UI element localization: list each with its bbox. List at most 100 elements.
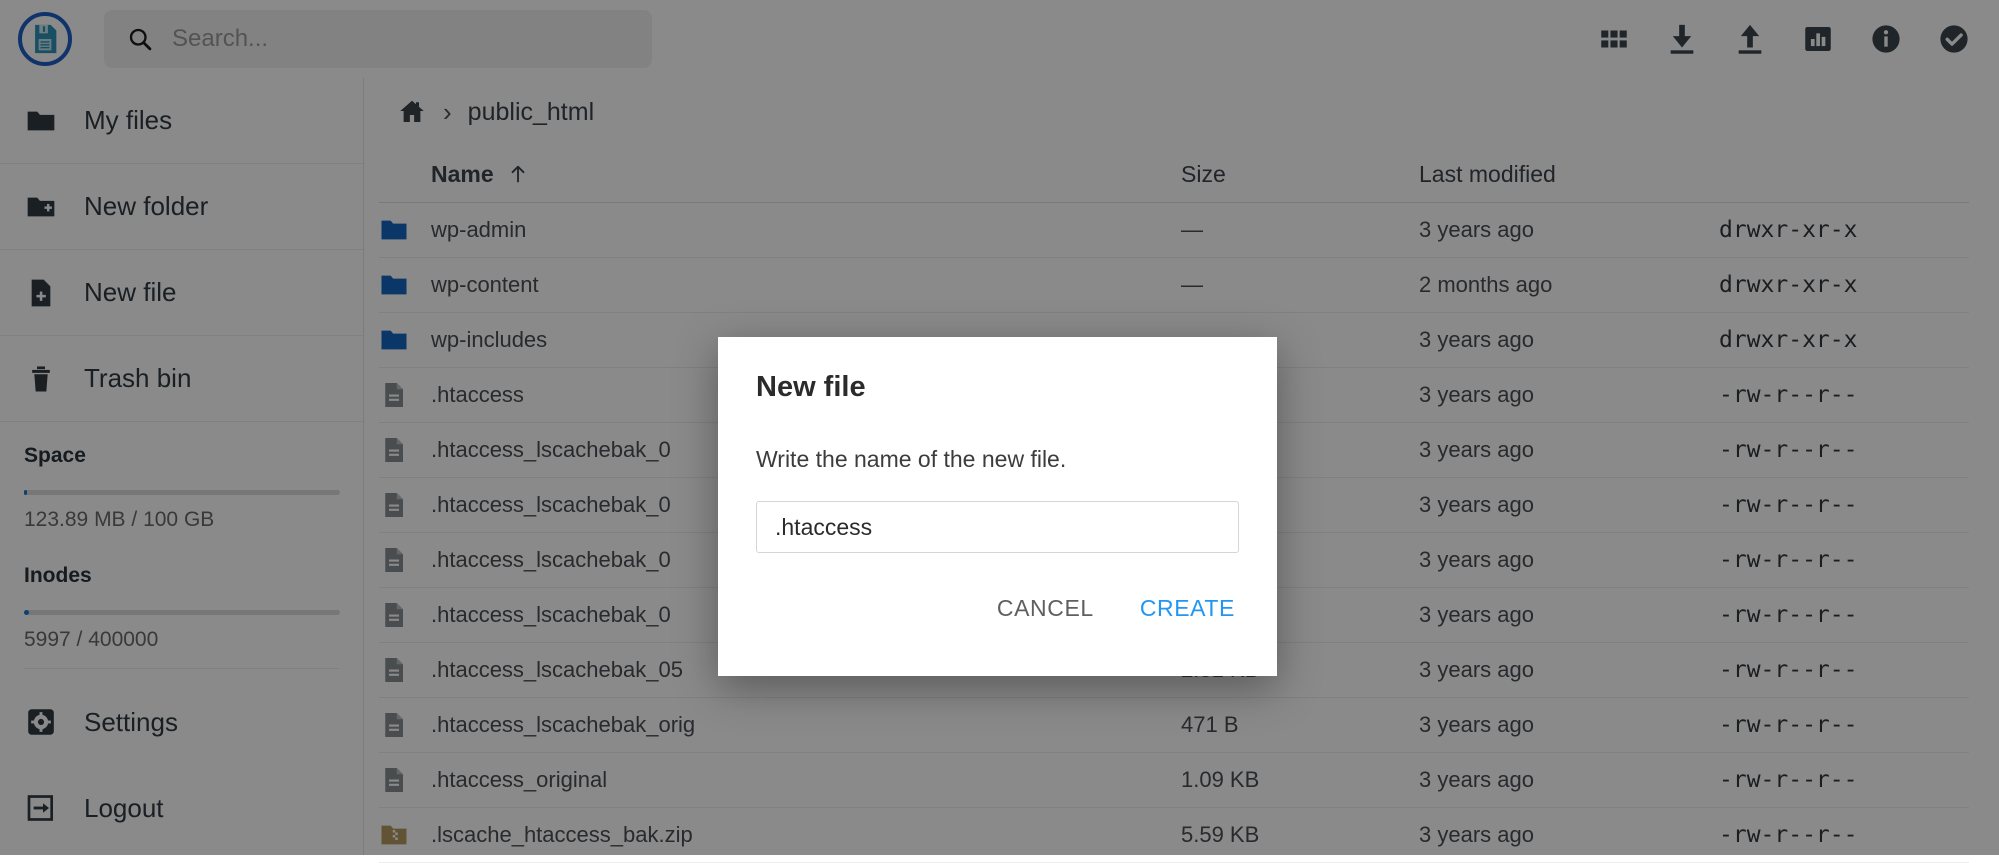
check-circle-icon[interactable] [1937,22,1971,56]
cell-name[interactable]: wp-admin [431,217,1181,243]
cell-name[interactable]: wp-content [431,272,1181,298]
space-title: Space [24,444,86,467]
logout-icon [24,791,58,825]
file-icon [385,438,403,462]
inodes-progress-fill [24,610,29,615]
cell-last-modified: 3 years ago [1419,437,1534,462]
sidebar-item-label: Settings [84,706,178,737]
stats-chart-icon[interactable] [1801,22,1835,56]
upload-icon[interactable] [1733,22,1767,56]
sidebar-item-label: New folder [84,191,209,221]
cell-last-modified: 3 years ago [1419,767,1534,792]
app-logo[interactable] [18,12,72,66]
cell-permissions: drwxr-xr-x [1719,327,1858,353]
breadcrumb-separator: › [443,96,452,127]
cell-last-modified: 3 years ago [1419,602,1534,627]
cell-last-modified: 3 years ago [1419,492,1534,517]
file-icon [385,548,403,572]
cell-last-modified: 3 years ago [1419,547,1534,572]
new-file-dialog: New file Write the name of the new file.… [718,337,1277,676]
file-icon [379,435,431,465]
table-header-row: Name Size Last modified [379,146,1969,203]
column-header-size[interactable]: Size [1181,161,1419,188]
cell-name[interactable]: .htaccess_original [431,767,1181,793]
file-icon [379,380,431,410]
download-icon[interactable] [1665,22,1699,56]
breadcrumb: › public_html [364,78,1999,146]
cell-name[interactable]: .htaccess_lscachebak_orig [431,712,1181,738]
dialog-description: Write the name of the new file. [756,446,1067,472]
create-button[interactable]: CREATE [1140,595,1235,622]
file-icon [379,765,431,795]
cancel-button[interactable]: CANCEL [997,595,1094,622]
cell-size: — [1181,272,1203,297]
cell-permissions: drwxr-xr-x [1719,217,1858,243]
new-file-name-input[interactable] [756,501,1239,553]
sidebar-item-label: New file [84,277,177,307]
space-usage-block: Space 123.89 MB / 100 GB [0,422,363,542]
space-usage-text: 123.89 MB / 100 GB [24,508,215,531]
column-header-name[interactable]: Name [431,161,1181,188]
file-icon [379,490,431,520]
folder-icon [379,215,431,245]
folder-icon [379,270,431,300]
file-icon [385,493,403,517]
sidebar: My files New folder New file Trash bin S… [0,78,364,855]
sidebar-item-trash-bin[interactable]: Trash bin [0,336,363,422]
cell-last-modified: 3 years ago [1419,217,1534,242]
column-header-name-label: Name [431,160,494,187]
cell-permissions: -rw-r--r-- [1719,547,1858,573]
cell-size: — [1181,217,1203,242]
sidebar-item-label: Trash bin [84,363,192,393]
file-icon [379,545,431,575]
search-input[interactable] [172,25,630,53]
zip-icon [381,825,407,845]
cell-permissions: -rw-r--r-- [1719,602,1858,628]
file-icon [379,600,431,630]
sidebar-item-new-folder[interactable]: New folder [0,164,363,250]
trash-icon [24,362,58,396]
inodes-progress-track [24,610,340,615]
sort-ascending-arrow-icon[interactable] [507,163,529,185]
inodes-usage-block: Inodes 5997 / 400000 [0,542,363,679]
cell-last-modified: 3 years ago [1419,382,1534,407]
apps-grid-icon[interactable] [1597,22,1631,56]
cell-size: 1.09 KB [1181,767,1260,792]
sidebar-divider [24,668,339,669]
cell-permissions: -rw-r--r-- [1719,822,1858,848]
cell-last-modified: 3 years ago [1419,712,1534,737]
cell-last-modified: 3 years ago [1419,822,1534,847]
cell-permissions: -rw-r--r-- [1719,657,1858,683]
sidebar-item-settings[interactable]: Settings [0,679,363,765]
cell-size: 5.59 KB [1181,822,1260,847]
file-icon [385,768,403,792]
space-progress-track [24,490,340,495]
sidebar-item-my-files[interactable]: My files [0,78,363,164]
sidebar-item-label: My files [84,105,173,135]
info-icon[interactable] [1869,22,1903,56]
file-manager-app: My files New folder New file [0,0,1999,863]
file-plus-icon [24,276,58,310]
settings-gear-icon [24,705,58,739]
file-icon [385,603,403,627]
cell-name[interactable]: .lscache_htaccess_bak.zip [431,822,1181,848]
table-row[interactable]: .htaccess_original 1.09 KB 3 years ago -rw-… [379,753,1969,808]
cell-permissions: -rw-r--r-- [1719,437,1858,463]
search-icon [129,28,152,51]
breadcrumb-current-path[interactable]: public_html [468,98,594,127]
cell-last-modified: 3 years ago [1419,327,1534,352]
table-row[interactable]: wp-content — 2 months ago drwxr-xr-x [379,258,1969,313]
cell-permissions: -rw-r--r-- [1719,382,1858,408]
sidebar-item-logout[interactable]: Logout [0,765,363,851]
header-actions [1597,22,1971,56]
search-bar[interactable] [104,10,652,68]
sidebar-item-new-file[interactable]: New file [0,250,363,336]
table-row[interactable]: wp-admin — 3 years ago drwxr-xr-x [379,203,1969,258]
cell-last-modified: 3 years ago [1419,657,1534,682]
column-header-modified[interactable]: Last modified [1419,161,1719,188]
file-icon [385,713,403,737]
home-icon[interactable] [397,97,427,127]
table-row[interactable]: .htaccess_lscachebak_orig 471 B 3 years ag… [379,698,1969,753]
app-header [0,0,1999,78]
folder-plus-icon [24,190,58,224]
